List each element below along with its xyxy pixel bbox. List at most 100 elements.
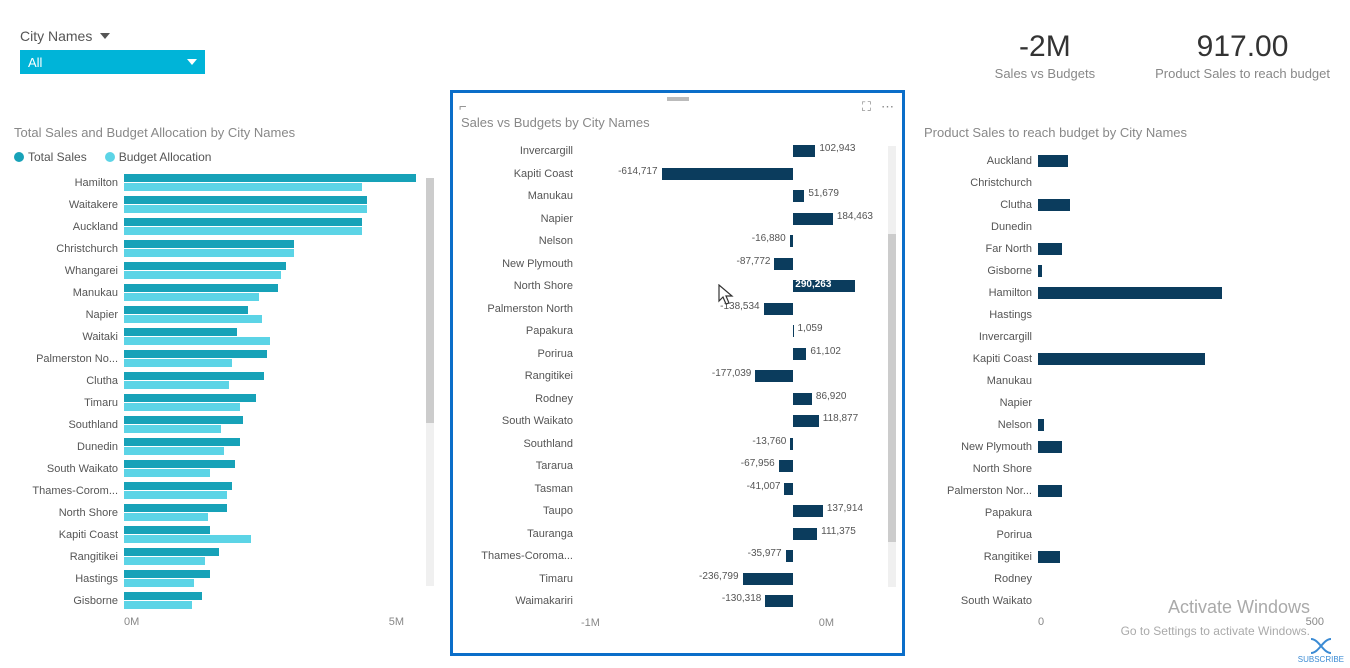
chart-row[interactable]: Thames-Corom... (14, 480, 434, 502)
bar[interactable] (793, 190, 804, 202)
bar[interactable] (124, 570, 210, 578)
bar[interactable] (124, 557, 205, 565)
bar[interactable] (124, 403, 240, 411)
bar[interactable] (793, 393, 812, 405)
chart-row[interactable]: Porirua (924, 524, 1334, 546)
bar[interactable] (1038, 441, 1062, 453)
chart-row[interactable]: Waitaki (14, 326, 434, 348)
chart-row[interactable]: Napier (924, 392, 1334, 414)
bar[interactable] (793, 415, 818, 427)
bar[interactable] (755, 370, 793, 382)
bar[interactable] (124, 526, 210, 534)
chart-product-sales-reach-budget[interactable]: Product Sales to reach budget by City Na… (924, 125, 1334, 628)
bar[interactable] (124, 482, 232, 490)
bar[interactable] (124, 394, 256, 402)
chart-row[interactable]: Palmerston Nor... (924, 480, 1334, 502)
chart-row[interactable]: Invercargill (924, 326, 1334, 348)
chart-row[interactable]: Papakura1,059 (461, 320, 894, 343)
bar[interactable] (790, 235, 794, 247)
bar[interactable] (662, 168, 794, 180)
bar[interactable] (124, 306, 248, 314)
chart-row[interactable]: Palmerston No... (14, 348, 434, 370)
bar[interactable] (124, 350, 267, 358)
chart-row[interactable]: Rangitikei (924, 546, 1334, 568)
chart-row[interactable]: Tararua-67,956 (461, 455, 894, 478)
drag-handle-icon[interactable] (667, 97, 689, 101)
chart-row[interactable]: Timaru-236,799 (461, 568, 894, 591)
chart-row[interactable]: Dunedin (14, 436, 434, 458)
chart-row[interactable]: Rodney86,920 (461, 388, 894, 411)
chart-row[interactable]: New Plymouth-87,772 (461, 253, 894, 276)
chart-row[interactable]: Manukau (924, 370, 1334, 392)
chart-row[interactable]: Gisborne (14, 590, 434, 612)
bar[interactable] (793, 348, 806, 360)
chart-row[interactable]: Clutha (924, 194, 1334, 216)
chart-row[interactable]: Napier (14, 304, 434, 326)
chart-row[interactable]: New Plymouth (924, 436, 1334, 458)
chart-row[interactable]: Nelson-16,880 (461, 230, 894, 253)
chart-row[interactable]: Kapiti Coast-614,717 (461, 163, 894, 186)
chart-row[interactable]: Hamilton (14, 172, 434, 194)
bar[interactable] (124, 601, 192, 609)
bar[interactable] (124, 460, 235, 468)
bar[interactable] (124, 535, 251, 543)
subscribe-badge[interactable]: SUBSCRIBE (1298, 637, 1344, 664)
bar[interactable] (793, 145, 815, 157)
bar[interactable] (1038, 243, 1062, 255)
chart-row[interactable]: South Waikato118,877 (461, 410, 894, 433)
chart-row[interactable]: Hastings (924, 304, 1334, 326)
bar[interactable] (774, 258, 793, 270)
chart-row[interactable]: Invercargill102,943 (461, 140, 894, 163)
bar[interactable] (124, 579, 194, 587)
more-options-icon[interactable]: ⋯ (881, 99, 894, 115)
bar[interactable] (1038, 551, 1060, 563)
bar[interactable] (790, 438, 793, 450)
bar[interactable] (784, 483, 793, 495)
chart-row[interactable]: Kapiti Coast (924, 348, 1334, 370)
bar[interactable] (1038, 155, 1068, 167)
bar[interactable] (1038, 419, 1044, 431)
bar[interactable] (124, 425, 221, 433)
bar[interactable] (124, 381, 229, 389)
bar[interactable] (793, 213, 833, 225)
bar[interactable] (124, 372, 264, 380)
bar[interactable] (779, 460, 794, 472)
bar[interactable] (124, 359, 232, 367)
chart-row[interactable]: Rangitikei-177,039 (461, 365, 894, 388)
chart-row[interactable]: Waitakere (14, 194, 434, 216)
chart-row[interactable]: North Shore290,263 (461, 275, 894, 298)
bar[interactable] (124, 174, 416, 182)
chart-row[interactable]: Southland-13,760 (461, 433, 894, 456)
bar[interactable] (124, 183, 362, 191)
bar[interactable] (124, 469, 210, 477)
chart-row[interactable]: Clutha (14, 370, 434, 392)
bar[interactable] (124, 293, 259, 301)
bar[interactable] (124, 196, 367, 204)
bar[interactable] (793, 528, 817, 540)
chart-row[interactable]: Tasman-41,007 (461, 478, 894, 501)
chart-row[interactable]: Timaru (14, 392, 434, 414)
bar[interactable] (124, 513, 208, 521)
chart-row[interactable]: Napier184,463 (461, 208, 894, 231)
bar[interactable] (764, 303, 794, 315)
chart-row[interactable]: Papakura (924, 502, 1334, 524)
chart-row[interactable]: Far North (924, 238, 1334, 260)
slicer-dropdown[interactable]: All (20, 50, 205, 74)
chart-row[interactable]: Christchurch (924, 172, 1334, 194)
chart-row[interactable]: North Shore (14, 502, 434, 524)
bar[interactable] (124, 416, 243, 424)
chart-row[interactable]: North Shore (924, 458, 1334, 480)
bar[interactable] (124, 548, 219, 556)
bar[interactable] (124, 249, 294, 257)
bar[interactable] (124, 328, 237, 336)
chart-row[interactable]: Hastings (14, 568, 434, 590)
chart-row[interactable]: Auckland (14, 216, 434, 238)
chart-row[interactable]: Rodney (924, 568, 1334, 590)
chart-row[interactable]: Manukau51,679 (461, 185, 894, 208)
chart-row[interactable]: Thames-Coroma...-35,977 (461, 545, 894, 568)
bar[interactable] (124, 240, 294, 248)
bar[interactable] (765, 595, 793, 607)
chart-row[interactable]: Taupo137,914 (461, 500, 894, 523)
chart-row[interactable]: Rangitikei (14, 546, 434, 568)
chart-row[interactable]: Porirua61,102 (461, 343, 894, 366)
